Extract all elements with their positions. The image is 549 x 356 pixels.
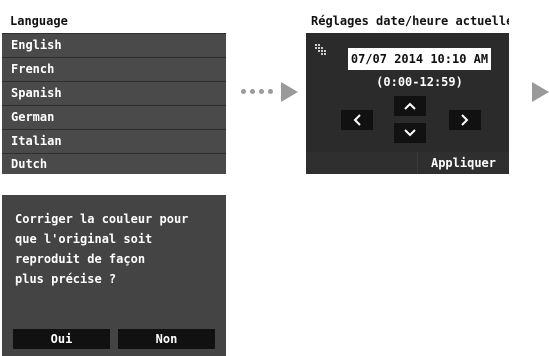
language-item-french[interactable]: French xyxy=(2,58,226,81)
chevron-up-icon xyxy=(404,102,416,110)
previous-field-button[interactable] xyxy=(341,110,373,130)
datetime-screen: Réglages date/heure actuelle 07/07 2014 … xyxy=(306,9,509,174)
next-step-arrow-icon xyxy=(532,82,549,102)
decrement-button[interactable] xyxy=(394,123,426,143)
language-item-english[interactable]: English xyxy=(2,34,226,57)
datetime-bottom-bar: Appliquer xyxy=(306,152,509,174)
color-correction-dialog: Corriger la couleur pour que l'original … xyxy=(2,195,226,356)
arrow-head-icon xyxy=(281,82,298,102)
dialog-message-line: que l'original soit xyxy=(15,232,153,246)
chevron-right-icon xyxy=(461,114,469,126)
increment-button[interactable] xyxy=(394,96,426,116)
no-button[interactable]: Non xyxy=(118,329,215,349)
yes-button[interactable]: Oui xyxy=(13,329,110,349)
language-item-italian[interactable]: Italian xyxy=(2,130,226,153)
settings-icon xyxy=(315,41,327,55)
dialog-message-line: plus précise ? xyxy=(15,272,117,286)
datetime-range-hint: (0:00-12:59) xyxy=(376,75,463,89)
language-item-dutch[interactable]: Dutch xyxy=(2,154,226,174)
arrow-dot xyxy=(259,89,264,94)
language-title: Language xyxy=(2,9,226,33)
language-item-spanish[interactable]: Spanish xyxy=(2,82,226,105)
chevron-down-icon xyxy=(404,129,416,137)
arrow-dot xyxy=(250,89,255,94)
dialog-message-line: Corriger la couleur pour xyxy=(15,212,189,226)
dialog-message-line: reproduit de façon xyxy=(15,252,146,266)
language-screen: Language English French Spanish German I… xyxy=(2,9,226,174)
apply-button[interactable]: Appliquer xyxy=(418,152,509,174)
language-item-german[interactable]: German xyxy=(2,106,226,129)
datetime-title: Réglages date/heure actuelle xyxy=(306,9,509,33)
arrow-dot xyxy=(241,89,246,94)
bottom-bar-empty-slot xyxy=(306,152,417,174)
chevron-left-icon xyxy=(353,114,361,126)
next-field-button[interactable] xyxy=(449,110,481,130)
datetime-value-field[interactable]: 07/07 2014 10:10 AM xyxy=(348,48,491,70)
arrow-dot xyxy=(268,89,273,94)
